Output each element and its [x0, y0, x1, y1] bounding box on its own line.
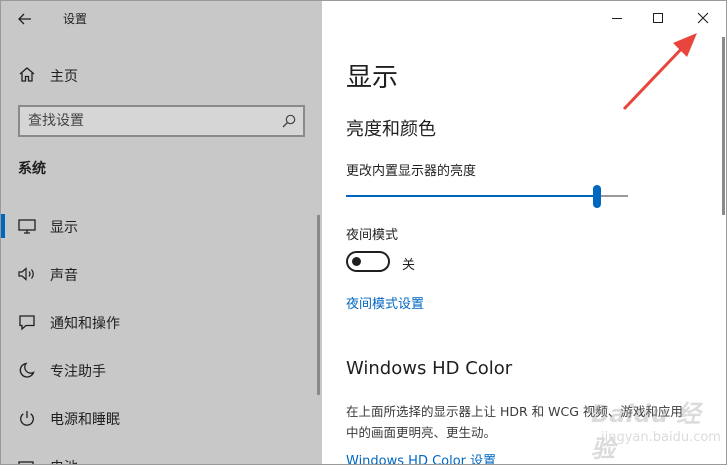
message-icon: [19, 315, 35, 331]
main-content: 显示 亮度和颜色 更改内置显示器的亮度 夜间模式 关 夜间模式设置 Window…: [322, 1, 726, 464]
app-title: 设置: [63, 12, 88, 26]
slider-fill: [346, 195, 597, 197]
sidebar-item-power-sleep[interactable]: 电源和睡眠: [1, 402, 322, 434]
section-header-hd-color: Windows HD Color: [346, 358, 513, 379]
close-button[interactable]: [683, 5, 723, 31]
sidebar-item-battery[interactable]: 电池: [1, 450, 322, 464]
sidebar-item-display[interactable]: 显示: [1, 210, 322, 242]
sidebar-item-label: 通知和操作: [50, 316, 120, 332]
close-icon: [697, 12, 709, 24]
sidebar-item-label: 显示: [50, 220, 78, 236]
night-light-toggle[interactable]: [346, 251, 390, 272]
battery-icon: [18, 461, 34, 464]
sidebar-item-focus-assist[interactable]: 专注助手: [1, 354, 322, 386]
brightness-label: 更改内置显示器的亮度: [346, 164, 477, 179]
back-button[interactable]: [11, 7, 39, 31]
sidebar-item-label: 主页: [50, 69, 78, 85]
moon-icon: [19, 362, 35, 378]
monitor-icon: [18, 219, 36, 234]
night-light-label: 夜间模式: [346, 228, 399, 243]
settings-window: 设置 主页 系统 显示: [0, 0, 727, 465]
sidebar-item-label: 声音: [50, 268, 78, 284]
minimize-button[interactable]: [597, 5, 637, 31]
sidebar-item-sound[interactable]: 声音: [1, 258, 322, 290]
sidebar-item-label: 电池: [50, 457, 78, 464]
sidebar-item-home[interactable]: 主页: [1, 61, 322, 89]
search-icon[interactable]: [281, 113, 297, 129]
maximize-icon: [653, 13, 663, 23]
selected-indicator: [1, 214, 5, 238]
hd-color-description: 在上面所选择的显示器上让 HDR 和 WCG 视频、游戏和应用中的画面更明亮、更…: [346, 404, 683, 440]
slider-thumb[interactable]: [592, 185, 601, 208]
section-header: 系统: [18, 161, 46, 177]
speaker-icon: [18, 267, 34, 281]
power-icon: [20, 411, 34, 426]
sidebar: 设置 主页 系统 显示: [1, 1, 322, 464]
section-header-brightness: 亮度和颜色: [346, 119, 436, 140]
search-input[interactable]: [28, 111, 278, 131]
minimize-icon: [612, 18, 622, 19]
maximize-button[interactable]: [638, 5, 678, 31]
night-light-settings-link[interactable]: 夜间模式设置: [346, 293, 424, 312]
main-scrollbar[interactable]: [722, 37, 725, 215]
page-title: 显示: [346, 63, 399, 93]
brightness-slider[interactable]: [346, 184, 628, 210]
toggle-knob: [352, 257, 361, 266]
search-box: [18, 105, 305, 137]
toggle-state-label: 关: [402, 258, 416, 273]
sidebar-item-notifications[interactable]: 通知和操作: [1, 306, 322, 338]
hd-color-settings-link[interactable]: Windows HD Color 设置: [346, 450, 496, 464]
sidebar-scrollbar[interactable]: [317, 215, 320, 395]
sidebar-item-label: 专注助手: [50, 364, 106, 380]
home-icon: [19, 67, 35, 82]
back-arrow-icon: [18, 13, 31, 25]
title-bar: 设置: [1, 1, 322, 37]
sidebar-item-label: 电源和睡眠: [50, 412, 120, 428]
